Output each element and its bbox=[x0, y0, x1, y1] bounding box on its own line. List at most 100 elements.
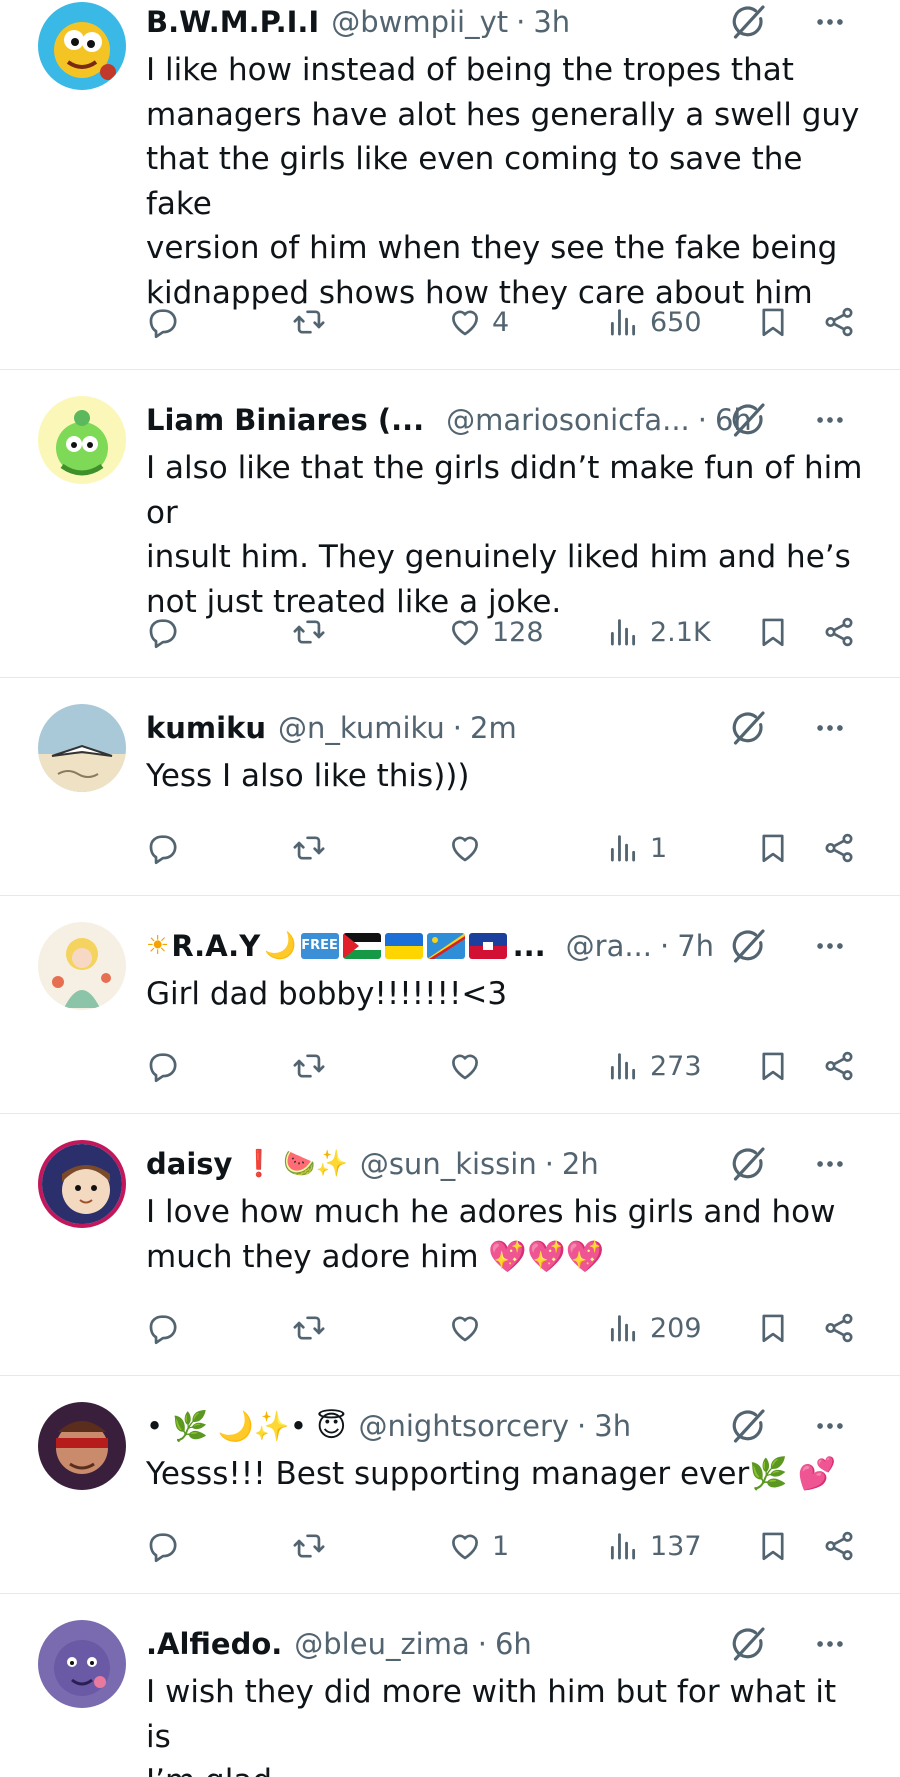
grok-icon[interactable] bbox=[728, 1144, 768, 1184]
avatar[interactable] bbox=[38, 396, 126, 484]
like-button[interactable]: 128 bbox=[448, 610, 544, 654]
share-button[interactable] bbox=[822, 610, 856, 654]
handle[interactable]: @ra... bbox=[566, 929, 652, 963]
repost-button[interactable] bbox=[292, 300, 326, 344]
views-button[interactable]: 273 bbox=[606, 1044, 702, 1088]
repost-button[interactable] bbox=[292, 1524, 326, 1568]
action-bar: 128 2.1K bbox=[146, 610, 866, 654]
bookmark-icon bbox=[756, 1311, 790, 1345]
repost-icon bbox=[292, 615, 326, 649]
display-name[interactable]: B.W.M.P.I.I bbox=[146, 5, 319, 39]
avatar[interactable] bbox=[38, 922, 126, 1010]
grok-icon[interactable] bbox=[728, 926, 768, 966]
display-name[interactable]: kumiku bbox=[146, 711, 266, 745]
display-name[interactable]: Liam Biniares (... bbox=[146, 403, 424, 437]
handle[interactable]: @bwmpii_yt bbox=[331, 5, 508, 39]
view-count: 650 bbox=[650, 306, 702, 338]
more-dots-icon[interactable] bbox=[810, 400, 850, 440]
display-name[interactable]: daisy bbox=[146, 1147, 232, 1181]
share-icon bbox=[822, 831, 856, 865]
timestamp[interactable]: 2h bbox=[562, 1147, 599, 1181]
like-button[interactable] bbox=[448, 1306, 482, 1350]
avatar[interactable] bbox=[38, 1402, 126, 1490]
bookmark-button[interactable] bbox=[756, 300, 790, 344]
post-2[interactable]: Liam Biniares (... @mariosonicfa... · 6h… bbox=[0, 370, 900, 678]
like-button[interactable] bbox=[448, 826, 482, 870]
display-name[interactable]: .Alfiedo. bbox=[146, 1627, 282, 1661]
post-7[interactable]: .Alfiedo. @bleu_zima · 6h I wish they di… bbox=[0, 1594, 900, 1777]
share-button[interactable] bbox=[822, 826, 856, 870]
reply-button[interactable] bbox=[146, 300, 180, 344]
bookmark-icon bbox=[756, 831, 790, 865]
more-dots-icon[interactable] bbox=[810, 1144, 850, 1184]
post-4[interactable]: ☀ R.A.Y 🌙 FREE ... @ra... · 7h Girl dad … bbox=[0, 896, 900, 1114]
repost-button[interactable] bbox=[292, 826, 326, 870]
more-dots-icon[interactable] bbox=[810, 708, 850, 748]
grok-icon[interactable] bbox=[728, 1624, 768, 1664]
like-button[interactable] bbox=[448, 1044, 482, 1088]
display-name[interactable]: • 🌿 🌙✨• 😇 bbox=[146, 1409, 346, 1444]
grok-icon[interactable] bbox=[728, 2, 768, 42]
repost-button[interactable] bbox=[292, 1044, 326, 1088]
share-button[interactable] bbox=[822, 300, 856, 344]
handle[interactable]: @mariosonicfa... bbox=[446, 403, 690, 437]
bookmark-button[interactable] bbox=[756, 1524, 790, 1568]
handle[interactable]: @sun_kissin bbox=[360, 1147, 537, 1181]
repost-icon bbox=[292, 831, 326, 865]
more-dots-icon[interactable] bbox=[810, 1406, 850, 1446]
repost-button[interactable] bbox=[292, 610, 326, 654]
action-bar: 1 137 bbox=[146, 1524, 866, 1568]
repost-icon bbox=[292, 1049, 326, 1083]
avatar[interactable] bbox=[38, 2, 126, 90]
reply-button[interactable] bbox=[146, 826, 180, 870]
handle[interactable]: @n_kumiku bbox=[278, 711, 445, 745]
views-button[interactable]: 2.1K bbox=[606, 610, 711, 654]
separator: · bbox=[477, 1627, 487, 1661]
grok-icon[interactable] bbox=[728, 708, 768, 748]
share-icon bbox=[822, 1311, 856, 1345]
grok-icon[interactable] bbox=[728, 400, 768, 440]
views-button[interactable]: 137 bbox=[606, 1524, 702, 1568]
views-button[interactable]: 650 bbox=[606, 300, 702, 344]
bookmark-button[interactable] bbox=[756, 1306, 790, 1350]
repost-button[interactable] bbox=[292, 1306, 326, 1350]
like-button[interactable]: 1 bbox=[448, 1524, 509, 1568]
post-text-line: Yess I also like this))) bbox=[146, 758, 470, 794]
timestamp[interactable]: 7h bbox=[677, 929, 714, 963]
bookmark-button[interactable] bbox=[756, 826, 790, 870]
share-button[interactable] bbox=[822, 1524, 856, 1568]
handle[interactable]: @bleu_zima bbox=[294, 1627, 470, 1661]
reply-button[interactable] bbox=[146, 1306, 180, 1350]
avatar[interactable] bbox=[38, 1620, 126, 1708]
share-icon bbox=[822, 1049, 856, 1083]
display-name[interactable]: R.A.Y bbox=[171, 929, 260, 963]
more-dots-icon[interactable] bbox=[810, 2, 850, 42]
views-button[interactable]: 1 bbox=[606, 826, 667, 870]
grok-icon[interactable] bbox=[728, 1406, 768, 1446]
post-6[interactable]: • 🌿 🌙✨• 😇 @nightsorcery · 3h Yesss!!! Be… bbox=[0, 1376, 900, 1594]
post-3[interactable]: kumiku @n_kumiku · 2m Yess I also like t… bbox=[0, 678, 900, 896]
share-button[interactable] bbox=[822, 1044, 856, 1088]
more-dots-icon[interactable] bbox=[810, 926, 850, 966]
reply-button[interactable] bbox=[146, 610, 180, 654]
share-button[interactable] bbox=[822, 1306, 856, 1350]
more-dots-icon[interactable] bbox=[810, 1624, 850, 1664]
timestamp[interactable]: 6h bbox=[495, 1627, 532, 1661]
bookmark-button[interactable] bbox=[756, 1044, 790, 1088]
views-icon bbox=[606, 615, 640, 649]
post-1[interactable]: B.W.M.P.I.I @bwmpii_yt · 3h I like how i… bbox=[0, 0, 900, 370]
handle[interactable]: @nightsorcery bbox=[358, 1409, 569, 1443]
timestamp[interactable]: 2m bbox=[470, 711, 517, 745]
avatar[interactable] bbox=[38, 704, 126, 792]
reply-button[interactable] bbox=[146, 1524, 180, 1568]
timestamp[interactable]: 3h bbox=[594, 1409, 631, 1443]
like-button[interactable]: 4 bbox=[448, 300, 509, 344]
post-5[interactable]: daisy ❗ 🍉✨ @sun_kissin · 2h I love how m… bbox=[0, 1114, 900, 1376]
timestamp[interactable]: 3h bbox=[533, 5, 570, 39]
name-emojis: ❗ 🍉✨ bbox=[242, 1149, 348, 1179]
bookmark-button[interactable] bbox=[756, 610, 790, 654]
reply-button[interactable] bbox=[146, 1044, 180, 1088]
avatar[interactable] bbox=[38, 1140, 126, 1228]
views-button[interactable]: 209 bbox=[606, 1306, 702, 1350]
post-text-line: managers have alot hes generally a swell… bbox=[146, 96, 860, 133]
